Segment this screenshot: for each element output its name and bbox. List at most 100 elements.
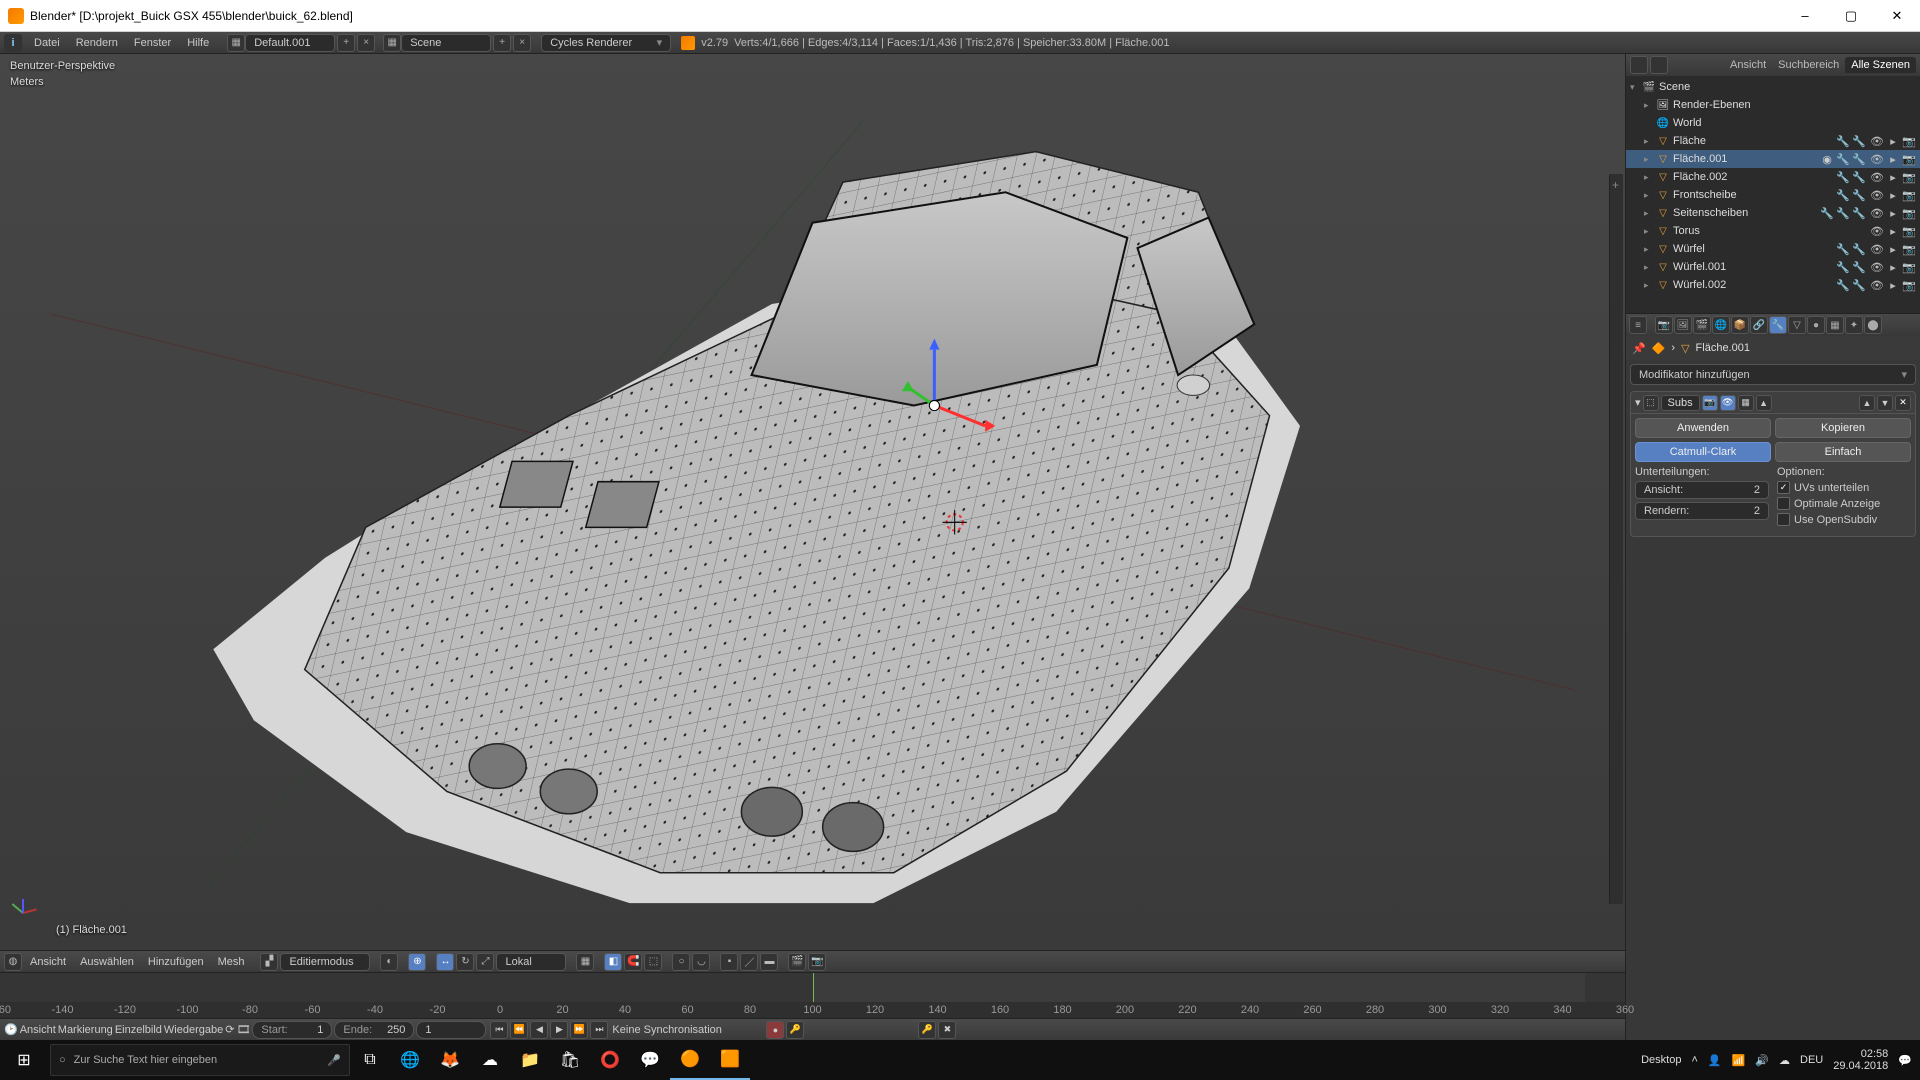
- keyframe-next-icon[interactable]: ⏩: [570, 1021, 588, 1039]
- render-preview-icon[interactable]: 🎬: [788, 953, 806, 971]
- tab-render-icon[interactable]: 📷: [1655, 316, 1673, 334]
- editor-type-outliner-icon[interactable]: [1630, 56, 1648, 74]
- editor-type-properties-icon[interactable]: ≡: [1629, 316, 1647, 334]
- tray-language[interactable]: DEU: [1800, 1054, 1823, 1066]
- layout-remove-icon[interactable]: ×: [357, 34, 375, 52]
- play-icon[interactable]: ▶: [550, 1021, 568, 1039]
- outliner-row[interactable]: ▸▽Torus👁▸📷: [1626, 222, 1920, 240]
- view3d-menu-mesh[interactable]: Mesh: [212, 954, 251, 970]
- modifier-name-field[interactable]: Subs: [1661, 395, 1700, 411]
- selectable-icon[interactable]: ▸: [1886, 206, 1900, 220]
- insert-key-icon[interactable]: 🔑: [918, 1021, 936, 1039]
- selectable-icon[interactable]: ▸: [1886, 260, 1900, 274]
- mode-icon[interactable]: ▞: [260, 953, 278, 971]
- visibility-eye-icon[interactable]: 👁: [1870, 188, 1884, 202]
- window-maximize-button[interactable]: ▢: [1828, 0, 1874, 32]
- end-frame-field[interactable]: Ende:250: [334, 1021, 414, 1039]
- subsurf-catmull-button[interactable]: Catmull-Clark: [1635, 442, 1771, 462]
- modifier-wrench-icon[interactable]: 🔧: [1852, 170, 1866, 184]
- outliner-row[interactable]: ▸🖼Render-Ebenen: [1626, 96, 1920, 114]
- visibility-eye-icon[interactable]: 👁: [1870, 170, 1884, 184]
- disclosure-icon[interactable]: ▸: [1644, 154, 1656, 165]
- modifier-wrench-icon[interactable]: 🔧: [1820, 206, 1834, 220]
- mod-show-viewport-icon[interactable]: 👁: [1720, 395, 1736, 411]
- tray-onedrive-icon[interactable]: ☁: [1779, 1054, 1790, 1067]
- disclosure-icon[interactable]: ▸: [1644, 136, 1656, 147]
- mod-move-down-icon[interactable]: ▼: [1877, 395, 1893, 411]
- mod-show-render-icon[interactable]: 📷: [1702, 395, 1718, 411]
- outliner-row[interactable]: ▸▽Seitenscheiben🔧🔧🔧👁▸📷: [1626, 204, 1920, 222]
- disclosure-icon[interactable]: ▾: [1630, 82, 1642, 93]
- editor-type-icon[interactable]: i: [4, 34, 22, 52]
- face-select-icon[interactable]: ▬: [760, 953, 778, 971]
- disclosure-icon[interactable]: ▸: [1644, 208, 1656, 219]
- taskbar-search[interactable]: ○ Zur Suche Text hier eingeben 🎤: [50, 1044, 350, 1076]
- range-icon[interactable]: ⟳: [225, 1023, 234, 1036]
- modifier-wrench-icon[interactable]: 🔧: [1836, 278, 1850, 292]
- renderable-icon[interactable]: 📷: [1902, 188, 1916, 202]
- uvs-subdivide-checkbox[interactable]: UVs unterteilen: [1777, 481, 1911, 494]
- tab-constraints-icon[interactable]: 🔗: [1750, 316, 1768, 334]
- menu-rendern[interactable]: Rendern: [68, 35, 126, 51]
- renderable-icon[interactable]: 📷: [1902, 224, 1916, 238]
- renderable-icon[interactable]: 📷: [1902, 206, 1916, 220]
- outliner-row[interactable]: ▸▽Fläche.002🔧🔧👁▸📷: [1626, 168, 1920, 186]
- manipulator-translate-icon[interactable]: ↔: [436, 953, 454, 971]
- modifier-apply-button[interactable]: Anwenden: [1635, 418, 1771, 438]
- view3d-menu-auswahlen[interactable]: Auswählen: [74, 954, 140, 970]
- selectable-icon[interactable]: ▸: [1886, 152, 1900, 166]
- scene-browse-icon[interactable]: ▦: [383, 34, 401, 52]
- mod-show-cage-icon[interactable]: ▲: [1756, 395, 1772, 411]
- visibility-eye-icon[interactable]: 👁: [1870, 206, 1884, 220]
- visibility-eye-icon[interactable]: 👁: [1870, 134, 1884, 148]
- tray-volume-icon[interactable]: 🔊: [1755, 1054, 1769, 1067]
- modifier-wrench-icon[interactable]: 🔧: [1852, 242, 1866, 256]
- orientation-dropdown[interactable]: Lokal: [496, 953, 566, 971]
- collapse-icon[interactable]: ▾: [1635, 396, 1641, 409]
- outliner-row[interactable]: ▸▽Frontscheibe🔧🔧👁▸📷: [1626, 186, 1920, 204]
- modifier-wrench-icon[interactable]: 🔧: [1836, 152, 1850, 166]
- visibility-eye-icon[interactable]: 👁: [1870, 278, 1884, 292]
- manipulator-scale-icon[interactable]: ⤢: [476, 953, 494, 971]
- outliner-row[interactable]: ▸▽Würfel.001🔧🔧👁▸📷: [1626, 258, 1920, 276]
- proportional-icon[interactable]: ○: [672, 953, 690, 971]
- modifier-wrench-icon[interactable]: 🔧: [1836, 260, 1850, 274]
- editor-type-3dview-icon[interactable]: ◍: [4, 953, 22, 971]
- modifier-wrench-icon[interactable]: 🔧: [1852, 152, 1866, 166]
- outliner-filter-icon[interactable]: [1650, 56, 1668, 74]
- mic-icon[interactable]: 🎤: [327, 1054, 341, 1067]
- opensubdiv-checkbox[interactable]: Use OpenSubdiv: [1777, 513, 1911, 526]
- render-engine-dropdown[interactable]: Cycles Renderer▾: [541, 34, 671, 52]
- visibility-eye-icon[interactable]: 👁: [1870, 242, 1884, 256]
- modifier-wrench-icon[interactable]: 🔧: [1852, 188, 1866, 202]
- menu-fenster[interactable]: Fenster: [126, 35, 179, 51]
- sync-dropdown[interactable]: Keine Synchronisation: [612, 1024, 762, 1036]
- taskbar-edge-icon[interactable]: 🌐: [390, 1040, 430, 1080]
- renderable-icon[interactable]: 📷: [1902, 278, 1916, 292]
- window-close-button[interactable]: ✕: [1874, 0, 1920, 32]
- tray-desktop-label[interactable]: Desktop: [1641, 1054, 1681, 1066]
- disclosure-icon[interactable]: ▸: [1644, 280, 1656, 291]
- outliner-row[interactable]: ▸▽Fläche🔧🔧👁▸📷: [1626, 132, 1920, 150]
- disclosure-icon[interactable]: ▸: [1644, 262, 1656, 273]
- tab-render-layers-icon[interactable]: 🖼: [1674, 316, 1692, 334]
- renderable-icon[interactable]: 📷: [1902, 152, 1916, 166]
- modifier-wrench-icon[interactable]: 🔧: [1852, 260, 1866, 274]
- tray-notifications-icon[interactable]: 💬: [1898, 1054, 1912, 1067]
- window-minimize-button[interactable]: –: [1782, 0, 1828, 32]
- renderable-icon[interactable]: 📷: [1902, 170, 1916, 184]
- visibility-eye-icon[interactable]: 👁: [1870, 152, 1884, 166]
- modifier-wrench-icon[interactable]: 🔧: [1852, 206, 1866, 220]
- taskbar-app-icon[interactable]: ☁: [470, 1040, 510, 1080]
- jump-start-icon[interactable]: ⏮: [490, 1021, 508, 1039]
- autokey-record-icon[interactable]: ●: [766, 1021, 784, 1039]
- vert-select-icon[interactable]: ▪: [720, 953, 738, 971]
- menu-hilfe[interactable]: Hilfe: [179, 35, 217, 51]
- tab-particles-icon[interactable]: ✦: [1845, 316, 1863, 334]
- visibility-eye-icon[interactable]: 👁: [1870, 260, 1884, 274]
- tray-up-icon[interactable]: ˄: [1691, 1054, 1697, 1066]
- scene-remove-icon[interactable]: ×: [513, 34, 531, 52]
- delete-key-icon[interactable]: ✖: [938, 1021, 956, 1039]
- taskbar-explorer-icon[interactable]: 📁: [510, 1040, 550, 1080]
- view3d-menu-ansicht[interactable]: Ansicht: [24, 954, 72, 970]
